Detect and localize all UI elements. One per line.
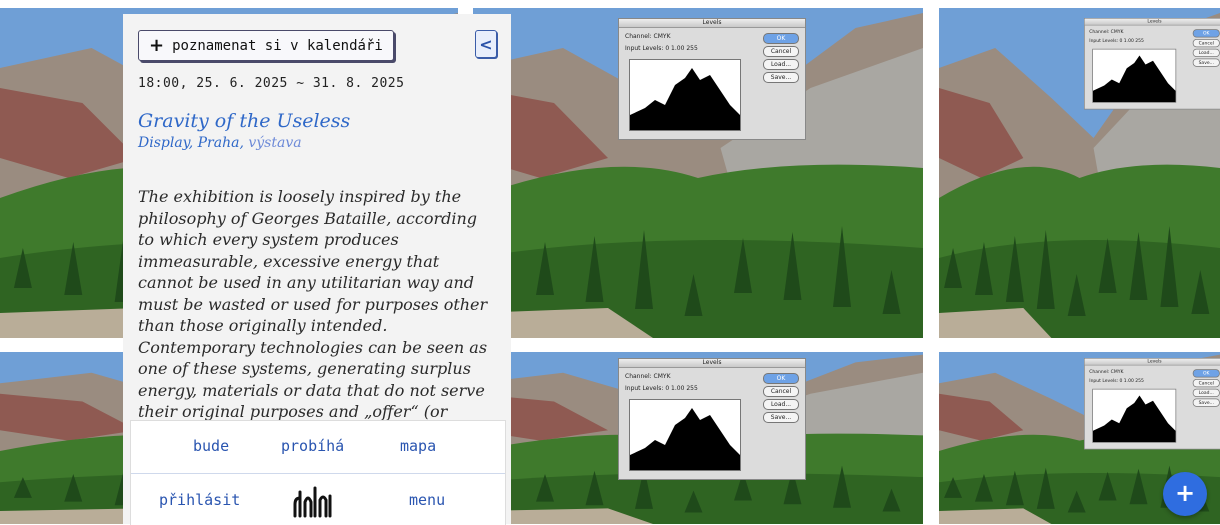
levels-dialog-screenshot: Levels Channel: CMYK Input Levels: 0 1.00 … — [1084, 18, 1220, 110]
site-logo-icon[interactable] — [291, 484, 335, 518]
levels-dialog-screenshot: Levels Channel: CMYK Input Levels: 0 1.00 … — [1084, 358, 1220, 450]
event-description: The exhibition is loosely inspired by th… — [138, 187, 488, 443]
exhibition-photo[interactable]: Levels Channel: CMYK Input Levels: 0 1.00 … — [939, 8, 1220, 338]
nav-row-top: bude probíhá mapa — [131, 421, 505, 474]
event-kind[interactable]: výstava — [248, 135, 301, 151]
nav-upcoming-link[interactable]: bude — [193, 437, 229, 455]
nav-menu-link[interactable]: menu — [409, 491, 445, 509]
exhibition-photo[interactable]: Levels Channel: CMYK Input Levels: 0 1.00 … — [473, 352, 923, 524]
nav-map-link[interactable]: mapa — [400, 437, 436, 455]
event-venue[interactable]: Display, Praha, — [138, 135, 244, 151]
add-fab-button[interactable]: + — [1163, 472, 1207, 516]
bottom-navigation: bude probíhá mapa přihlásit menu — [130, 420, 506, 525]
nav-login-link[interactable]: přihlásit — [159, 491, 240, 509]
chevron-left-icon: < — [479, 34, 493, 54]
event-dates: 18:00, 25. 6. 2025 ~ 31. 8. 2025 — [138, 76, 405, 91]
event-subtitle: Display, Praha, výstava — [138, 135, 302, 151]
levels-dialog-screenshot: Levels Channel: CMYK Input Levels: 0 1.00 … — [618, 18, 806, 140]
nav-ongoing-link[interactable]: probíhá — [281, 437, 344, 455]
plus-icon: + — [149, 35, 165, 56]
add-to-calendar-label: poznamenat si v kalendáři — [172, 37, 383, 54]
event-title[interactable]: Gravity of the Useless — [138, 110, 350, 132]
collapse-panel-button[interactable]: < — [475, 30, 497, 58]
add-to-calendar-button[interactable]: + poznamenat si v kalendáři — [138, 30, 394, 61]
levels-dialog-screenshot: Levels Channel: CMYK Input Levels: 0 1.00 … — [618, 358, 806, 480]
exhibition-photo[interactable]: Levels Channel: CMYK Input Levels: 0 1.00 … — [473, 8, 923, 338]
